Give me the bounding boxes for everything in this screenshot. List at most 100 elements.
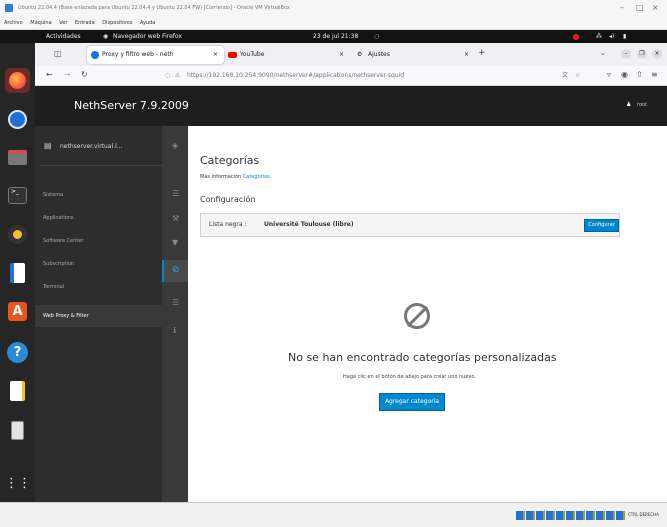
show-apps-icon[interactable]: ⋮⋮⋮ [5, 471, 44, 496]
more-info-link[interactable]: Categorías. [243, 174, 272, 180]
categories-nav[interactable]: ⊘ [162, 260, 188, 282]
tab-ajustes[interactable]: ⚙ Ajustes × [353, 46, 477, 64]
tab-overview-icon[interactable]: ◫ [54, 49, 62, 58]
app-center-icon[interactable]: A [5, 299, 30, 324]
lock-warning-icon: ⚠ [175, 72, 181, 79]
blacklist-value: Université Toulouse (libre) [264, 221, 354, 228]
record-indicator-icon [573, 34, 579, 40]
sidebar-divider [40, 165, 162, 166]
user-menu[interactable]: root [637, 102, 647, 108]
active-app-name[interactable]: Navegador web Firefox [113, 30, 182, 43]
blacklist-label: Lista negra : [209, 221, 247, 228]
account-icon[interactable]: ◉ [621, 70, 628, 79]
menu-archivo[interactable]: Archivo [4, 20, 23, 26]
tab-favicon-icon [91, 51, 99, 59]
help-icon[interactable]: ? [5, 340, 30, 365]
ubuntu-topbar: Actividades ◉ Navegador web Firefox 23 d… [0, 30, 667, 43]
vbox-menubar: Archivo Máquina Ver Entrada Dispositivos… [0, 16, 667, 30]
nethserver-header: NethServer 7.9.2009 ♟ root [35, 86, 667, 126]
menu-entrada[interactable]: Entrada [75, 20, 95, 26]
window-minimize-icon[interactable]: – [621, 49, 631, 59]
user-icon: ♟ [626, 101, 632, 108]
blacklist-card: Lista negra : Université Toulouse (libre… [200, 213, 620, 237]
list-icon[interactable]: ☰ [172, 298, 179, 307]
host-name[interactable]: nethserver.virtual.l... [60, 143, 122, 150]
notification-icon: ◌ [374, 33, 380, 40]
host-key-hint: CTRL DERECHA [628, 512, 659, 517]
forward-arrow-icon[interactable]: → [64, 70, 71, 79]
gear-icon: ⚙ [357, 51, 363, 58]
window-restore-icon[interactable]: ❐ [637, 49, 647, 59]
sidebar-item-applications[interactable]: Applications [43, 215, 74, 221]
menu-maquina[interactable]: Máquina [30, 20, 51, 26]
sidebar-item-software-center[interactable]: Software Center [43, 238, 83, 244]
menu-ayuda[interactable]: Ayuda [140, 20, 155, 26]
main-content: Categorías Más información Categorías. C… [188, 126, 667, 502]
close-icon[interactable]: × [652, 0, 659, 16]
ban-icon: ⊘ [172, 265, 180, 275]
firefox-small-icon: ◉ [103, 33, 109, 40]
menu-dispositivos[interactable]: Dispositivos [102, 20, 132, 26]
section-title: Configuración [200, 195, 256, 204]
trash-icon[interactable] [5, 418, 30, 443]
hamburger-menu-icon[interactable]: ≡ [651, 70, 658, 79]
files-icon[interactable] [5, 145, 30, 170]
tab-close-icon[interactable]: × [339, 46, 344, 64]
firefox-navbar: ← → ↻ ◌ ⚠ https://192.168.10.254:9090/ne… [35, 66, 667, 86]
device-status-icons[interactable] [516, 511, 626, 520]
tab-close-icon[interactable]: × [464, 46, 469, 64]
writer-icon[interactable] [5, 261, 30, 286]
sidebar-item-terminal[interactable]: Terminal [43, 284, 64, 290]
empty-state-title: No se han encontrado categorías personal… [288, 351, 557, 364]
sidebar-item-web-proxy[interactable]: Web Proxy & Filter [35, 305, 162, 327]
tab-youtube[interactable]: YouTube × [225, 46, 353, 64]
minimize-icon[interactable]: – [620, 0, 624, 16]
menu-ver[interactable]: Ver [59, 20, 67, 26]
terminal-icon[interactable]: >_ [5, 183, 30, 208]
tab-close-icon[interactable]: × [213, 46, 218, 64]
server-icon: ▤ [44, 141, 52, 150]
battery-icon[interactable]: ▮ [623, 30, 626, 43]
clock[interactable]: 23 de jul 21:38 [313, 30, 358, 43]
reload-icon[interactable]: ↻ [81, 70, 88, 79]
pocket-icon[interactable]: ▿ [607, 70, 611, 79]
vbox-title: Ubuntu 22.04.4 (Base enlazada para Ubunt… [18, 5, 290, 11]
activities-button[interactable]: Actividades [46, 30, 81, 43]
network-icon[interactable]: ⁂ [596, 30, 602, 43]
rhythmbox-icon[interactable] [5, 222, 30, 247]
bookmark-star-icon[interactable]: ☆ [575, 69, 580, 83]
vbox-statusbar: CTRL DERECHA [0, 502, 667, 527]
maximize-icon[interactable]: □ [636, 0, 644, 16]
tab-label: Ajustes [368, 51, 390, 58]
filter-icon[interactable]: ▼ [172, 238, 178, 247]
window-close-icon[interactable]: × [652, 49, 662, 59]
tab-list-chevron-icon[interactable]: ⌄ [600, 49, 606, 57]
sidebar-item-label: Web Proxy & Filter [43, 313, 89, 319]
ubuntu-dock: >_ A ? ⋮⋮⋮ [0, 43, 44, 502]
url-bar[interactable]: ◌ ⚠ https://192.168.10.254:9090/nethserv… [165, 69, 585, 83]
app-icon-column: ◈ ☰ ⚒ ▼ ⊘ ☰ ℹ [162, 126, 188, 502]
translate-icon[interactable]: 文 [562, 69, 568, 83]
firefox-icon[interactable] [5, 68, 30, 93]
url-text[interactable]: https://192.168.10.254:9090/nethserver#/… [187, 69, 404, 83]
extensions-icon[interactable]: ⇧ [636, 70, 643, 79]
shield-icon: ◌ [165, 72, 171, 79]
info-icon[interactable]: ℹ [173, 326, 176, 335]
shield-icon[interactable]: ◈ [172, 141, 178, 150]
sidebar-item-sistema[interactable]: Sistema [43, 192, 63, 198]
thunderbird-icon[interactable] [5, 107, 30, 132]
wrench-icon[interactable]: ⚒ [172, 214, 179, 223]
new-tab-button[interactable]: + [478, 48, 486, 58]
brand[interactable]: NethServer 7.9.2009 [74, 99, 189, 112]
add-category-button[interactable]: Agregar categoría [379, 393, 445, 411]
configure-button[interactable]: Configurar [584, 219, 619, 232]
back-arrow-icon[interactable]: ← [46, 70, 53, 79]
list-icon[interactable]: ☰ [172, 189, 179, 198]
virtualbox-icon [5, 4, 13, 12]
volume-icon[interactable]: ◂) [609, 30, 614, 43]
youtube-icon [228, 52, 237, 58]
empty-state-ban-icon [404, 303, 430, 329]
text-editor-icon[interactable] [5, 379, 30, 404]
tab-proxy[interactable]: Proxy y filtro web - neth × [87, 46, 224, 64]
sidebar-item-subscription[interactable]: Subscription [43, 261, 74, 267]
